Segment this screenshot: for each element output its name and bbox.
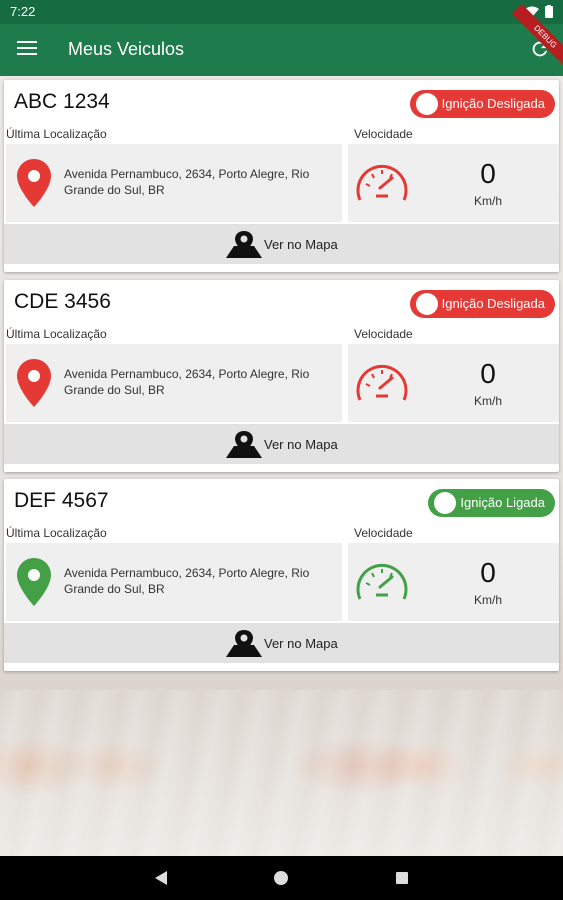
nav-home-icon[interactable] — [274, 871, 288, 885]
speed-label: Velocidade — [354, 127, 413, 141]
view-on-map-button[interactable]: Ver no Mapa — [4, 623, 559, 663]
location-pin-icon — [415, 293, 438, 315]
view-on-map-button[interactable]: Ver no Mapa — [4, 224, 559, 264]
speed-box: 0 Km/h — [348, 344, 559, 422]
ignition-badge: Ignição Desligada — [409, 290, 555, 318]
view-on-map-button[interactable]: Ver no Mapa — [4, 424, 559, 464]
speed-value: 0 — [480, 557, 496, 588]
speed-box: 0 Km/h — [348, 543, 559, 621]
battery-icon — [545, 5, 553, 18]
speed-unit: Km/h — [473, 394, 502, 408]
map-pin-icon — [226, 231, 262, 258]
location-pin-icon — [434, 492, 457, 514]
view-on-map-label: Ver no Mapa — [264, 237, 338, 252]
ignition-status-label: Ignição Desligada — [441, 296, 545, 311]
background-light-streaks — [0, 690, 563, 856]
vehicle-card: DEF 4567 Ignição Ligada Última Localizaç… — [4, 479, 559, 671]
ignition-badge: Ignição Ligada — [428, 489, 555, 517]
map-pin-icon — [226, 431, 262, 458]
vehicle-plate: ABC 1234 — [14, 90, 110, 113]
nav-back-icon[interactable] — [154, 870, 168, 886]
location-pin-icon — [17, 159, 51, 207]
speed-label: Velocidade — [354, 327, 413, 341]
nav-recent-icon[interactable] — [396, 872, 408, 884]
status-time: 7:22 — [10, 4, 36, 19]
address-text: Avenida Pernambuco, 2634, Porto Alegre, … — [64, 167, 310, 197]
speedometer-icon — [356, 563, 408, 600]
location-label: Última Localização — [6, 327, 107, 341]
vehicle-card: CDE 3456 Ignição Desligada Última Locali… — [4, 280, 559, 472]
speed-box: 0 Km/h — [348, 144, 559, 222]
vehicle-card: ABC 1234 Ignição Desligada Última Locali… — [4, 80, 559, 272]
location-box: Avenida Pernambuco, 2634, Porto Alegre, … — [6, 344, 342, 422]
speedometer-icon — [356, 364, 408, 401]
speedometer-icon — [356, 164, 408, 201]
location-pin-icon — [17, 359, 51, 407]
system-nav-bar — [0, 856, 563, 900]
ignition-status-label: Ignição Desligada — [441, 96, 545, 111]
speed-unit: Km/h — [473, 593, 502, 607]
speed-unit: Km/h — [473, 194, 502, 208]
ignition-status-label: Ignição Ligada — [460, 495, 545, 510]
view-on-map-label: Ver no Mapa — [264, 437, 338, 452]
ignition-badge: Ignição Desligada — [409, 90, 555, 118]
address-text: Avenida Pernambuco, 2634, Porto Alegre, … — [64, 566, 310, 596]
app-bar: Meus Veiculos DEBUG — [0, 3, 563, 76]
location-box: Avenida Pernambuco, 2634, Porto Alegre, … — [6, 144, 342, 222]
location-pin-icon — [17, 558, 51, 606]
vehicle-plate: CDE 3456 — [14, 290, 111, 313]
view-on-map-label: Ver no Mapa — [264, 636, 338, 651]
speed-value: 0 — [480, 358, 496, 389]
page-title: Meus Veiculos — [68, 39, 185, 59]
vehicle-plate: DEF 4567 — [14, 489, 109, 512]
location-label: Última Localização — [6, 127, 107, 141]
map-pin-icon — [226, 630, 262, 657]
menu-icon[interactable] — [17, 41, 37, 57]
status-bar: 7:22 — [0, 0, 563, 24]
speed-label: Velocidade — [354, 526, 413, 540]
location-label: Última Localização — [6, 526, 107, 540]
speed-value: 0 — [480, 158, 496, 189]
location-pin-icon — [415, 93, 438, 115]
location-box: Avenida Pernambuco, 2634, Porto Alegre, … — [6, 543, 342, 621]
address-text: Avenida Pernambuco, 2634, Porto Alegre, … — [64, 367, 310, 397]
